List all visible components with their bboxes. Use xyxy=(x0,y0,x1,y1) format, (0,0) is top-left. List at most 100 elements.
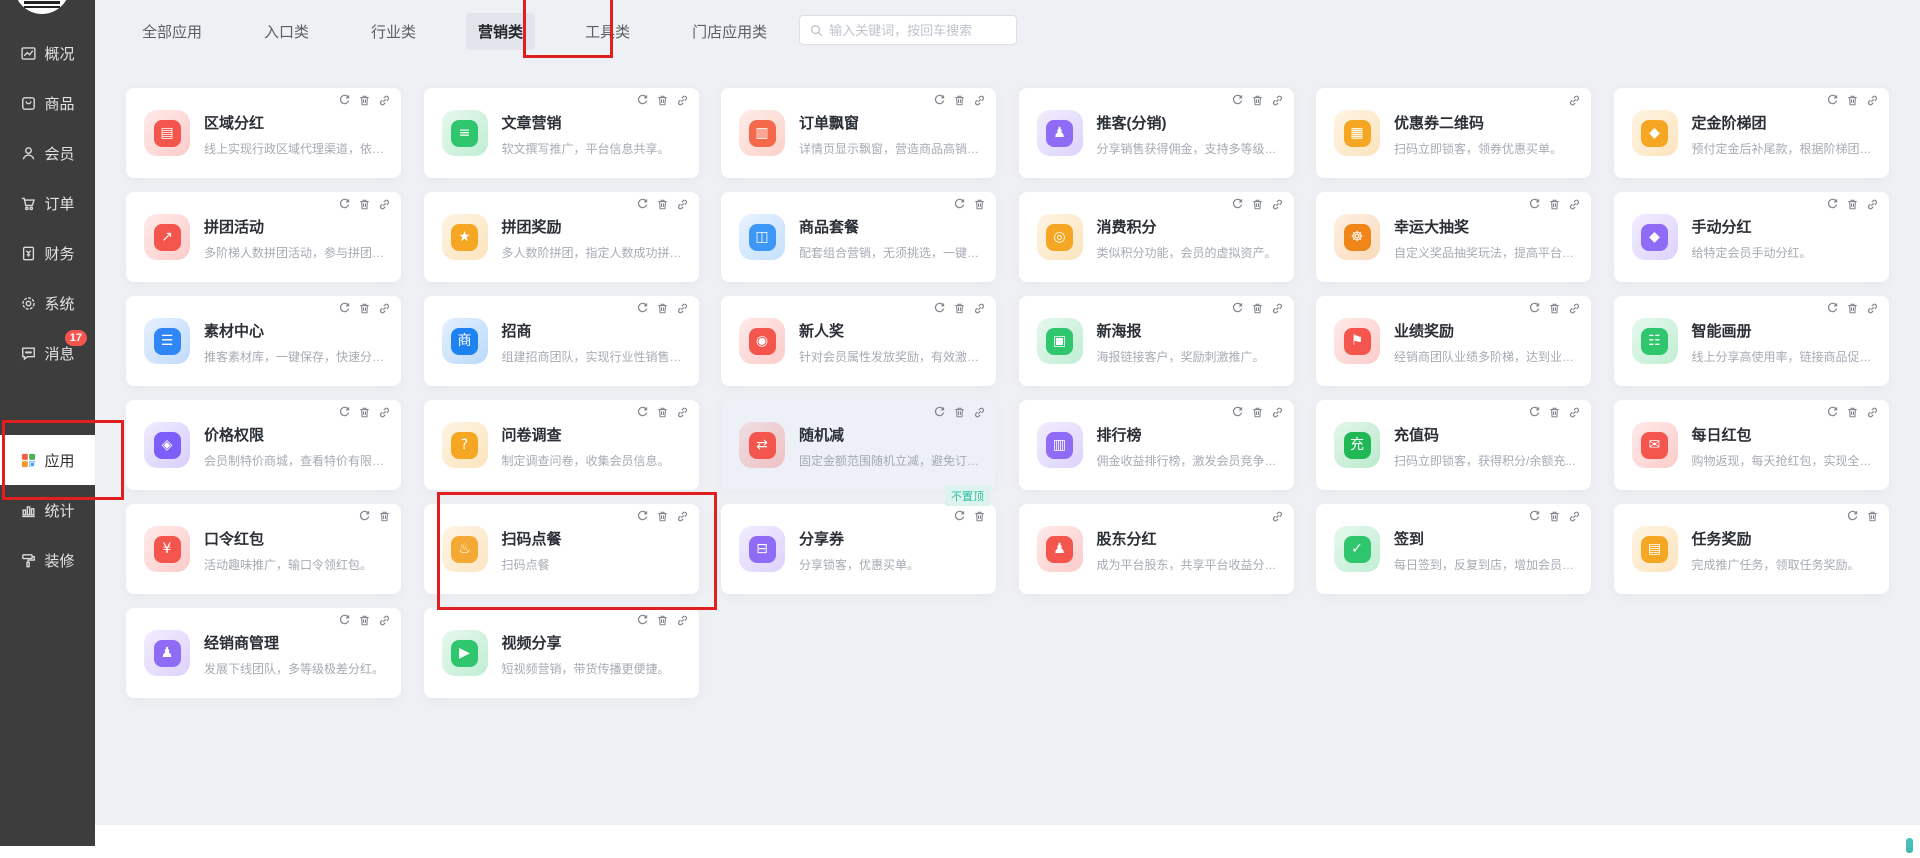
sync-icon[interactable] xyxy=(1231,198,1244,211)
delete-icon[interactable] xyxy=(358,614,371,627)
delete-icon[interactable] xyxy=(1251,198,1264,211)
app-card[interactable]: ↗ 拼团活动 多阶梯人数拼团活动，参与拼团优... xyxy=(126,192,401,282)
delete-icon[interactable] xyxy=(358,302,371,315)
app-card[interactable]: ◉ 新人奖 针对会员属性发放奖励，有效激活... xyxy=(721,296,996,386)
link-icon[interactable] xyxy=(1271,406,1284,419)
app-card[interactable]: ▥ 订单飘窗 详情页显示飘窗，营造商品高销量。 xyxy=(721,88,996,178)
sync-icon[interactable] xyxy=(338,94,351,107)
sync-icon[interactable] xyxy=(338,406,351,419)
tab-entry[interactable]: 入口类 xyxy=(252,13,321,50)
app-card[interactable]: ♟ 经销商管理 发展下线团队，多等级极差分红。 xyxy=(126,608,401,698)
link-icon[interactable] xyxy=(1866,94,1879,107)
delete-icon[interactable] xyxy=(1846,198,1859,211)
sync-icon[interactable] xyxy=(636,94,649,107)
sidebar-item-system[interactable]: 系统 xyxy=(0,278,95,328)
sidebar-item-orders[interactable]: 订单 xyxy=(0,178,95,228)
delete-icon[interactable] xyxy=(656,406,669,419)
delete-icon[interactable] xyxy=(358,198,371,211)
sync-icon[interactable] xyxy=(358,510,371,523)
link-icon[interactable] xyxy=(1568,302,1581,315)
delete-icon[interactable] xyxy=(1548,510,1561,523)
sync-icon[interactable] xyxy=(1846,510,1859,523)
link-icon[interactable] xyxy=(1271,94,1284,107)
app-card[interactable]: ⚑ 业绩奖励 经销商团队业绩多阶梯，达到业绩... xyxy=(1316,296,1591,386)
app-card[interactable]: ▶ 视频分享 短视频营销，带货传播更便捷。 xyxy=(424,608,699,698)
delete-icon[interactable] xyxy=(1846,406,1859,419)
app-card[interactable]: 充 充值码 扫码立即锁客，获得积分/余额充... xyxy=(1316,400,1591,490)
sync-icon[interactable] xyxy=(636,302,649,315)
tab-industry[interactable]: 行业类 xyxy=(359,13,428,50)
delete-icon[interactable] xyxy=(953,94,966,107)
link-icon[interactable] xyxy=(1568,198,1581,211)
link-icon[interactable] xyxy=(1866,302,1879,315)
app-card[interactable]: ▥ 排行榜 佣金收益排行榜，激发会员竞争力。 xyxy=(1019,400,1294,490)
app-card[interactable]: ¥ 口令红包 活动趣味推广，输口令领红包。 xyxy=(126,504,401,594)
delete-icon[interactable] xyxy=(1548,198,1561,211)
app-card[interactable]: ★ 拼团奖励 多人数阶拼团，指定人数成功拼团。 xyxy=(424,192,699,282)
app-card[interactable]: ⇄ 随机减 固定金额范围随机立减，避免订单... 不置顶 xyxy=(721,400,996,490)
sync-icon[interactable] xyxy=(1826,198,1839,211)
app-card[interactable]: ✓ 签到 每日签到，反复到店，增加会员粘... xyxy=(1316,504,1591,594)
app-card[interactable]: ▤ 任务奖励 完成推广任务，领取任务奖励。 xyxy=(1614,504,1889,594)
link-icon[interactable] xyxy=(1271,302,1284,315)
app-card[interactable]: ♟ 推客(分销) 分享销售获得佣金，支持多等级二... xyxy=(1019,88,1294,178)
link-icon[interactable] xyxy=(676,198,689,211)
sync-icon[interactable] xyxy=(1231,94,1244,107)
app-card[interactable]: ♨ 扫码点餐 扫码点餐 xyxy=(424,504,699,594)
sidebar-item-overview[interactable]: 概况 xyxy=(0,28,95,78)
delete-icon[interactable] xyxy=(656,94,669,107)
link-icon[interactable] xyxy=(378,198,391,211)
link-icon[interactable] xyxy=(676,94,689,107)
sidebar-item-stats[interactable]: 统计 xyxy=(0,485,95,535)
sidebar-item-messages[interactable]: 消息 17 xyxy=(0,328,95,378)
sync-icon[interactable] xyxy=(338,302,351,315)
sync-icon[interactable] xyxy=(1528,510,1541,523)
delete-icon[interactable] xyxy=(656,302,669,315)
app-card[interactable]: ◆ 手动分红 给特定会员手动分红。 xyxy=(1614,192,1889,282)
app-card[interactable]: ☷ 智能画册 线上分享高使用率，链接商品促成... xyxy=(1614,296,1889,386)
delete-icon[interactable] xyxy=(358,406,371,419)
link-icon[interactable] xyxy=(378,614,391,627)
app-card[interactable]: ▦ 优惠券二维码 扫码立即锁客，领券优惠买单。 xyxy=(1316,88,1591,178)
link-icon[interactable] xyxy=(378,94,391,107)
app-card[interactable]: ☸ 幸运大抽奖 自定义奖品抽奖玩法，提高平台粉... xyxy=(1316,192,1591,282)
delete-icon[interactable] xyxy=(1251,406,1264,419)
scrollbar-thumb[interactable] xyxy=(1906,838,1913,853)
link-icon[interactable] xyxy=(1866,406,1879,419)
link-icon[interactable] xyxy=(1568,406,1581,419)
app-card[interactable]: ◎ 消费积分 类似积分功能，会员的虚拟资产。 xyxy=(1019,192,1294,282)
delete-icon[interactable] xyxy=(953,406,966,419)
delete-icon[interactable] xyxy=(953,302,966,315)
app-card[interactable]: ◆ 定金阶梯团 预付定金后补尾款，根据阶梯团人... xyxy=(1614,88,1889,178)
link-icon[interactable] xyxy=(676,510,689,523)
sync-icon[interactable] xyxy=(338,614,351,627)
link-icon[interactable] xyxy=(1568,510,1581,523)
sidebar-item-apps[interactable]: 应用 xyxy=(0,435,95,485)
delete-icon[interactable] xyxy=(1846,302,1859,315)
delete-icon[interactable] xyxy=(656,510,669,523)
search-box[interactable] xyxy=(799,15,1017,45)
sync-icon[interactable] xyxy=(933,406,946,419)
app-card[interactable]: ⊟ 分享券 分享锁客，优惠买单。 xyxy=(721,504,996,594)
tab-marketing[interactable]: 营销类 xyxy=(466,13,535,50)
sync-icon[interactable] xyxy=(636,198,649,211)
link-icon[interactable] xyxy=(676,614,689,627)
link-icon[interactable] xyxy=(973,94,986,107)
delete-icon[interactable] xyxy=(656,614,669,627)
link-icon[interactable] xyxy=(378,302,391,315)
link-icon[interactable] xyxy=(378,406,391,419)
sidebar-item-goods[interactable]: 商品 xyxy=(0,78,95,128)
link-icon[interactable] xyxy=(676,302,689,315)
tab-tools[interactable]: 工具类 xyxy=(573,13,642,50)
sync-icon[interactable] xyxy=(1826,302,1839,315)
delete-icon[interactable] xyxy=(1846,94,1859,107)
app-card[interactable]: ◫ 商品套餐 配套组合营销，无须挑选，一键优... xyxy=(721,192,996,282)
delete-icon[interactable] xyxy=(1548,406,1561,419)
tab-store-apps[interactable]: 门店应用类 xyxy=(680,13,779,50)
sidebar-item-decorate[interactable]: 装修 xyxy=(0,535,95,585)
delete-icon[interactable] xyxy=(973,510,986,523)
delete-icon[interactable] xyxy=(378,510,391,523)
delete-icon[interactable] xyxy=(1548,302,1561,315)
sync-icon[interactable] xyxy=(1826,94,1839,107)
tab-all-apps[interactable]: 全部应用 xyxy=(130,13,214,50)
